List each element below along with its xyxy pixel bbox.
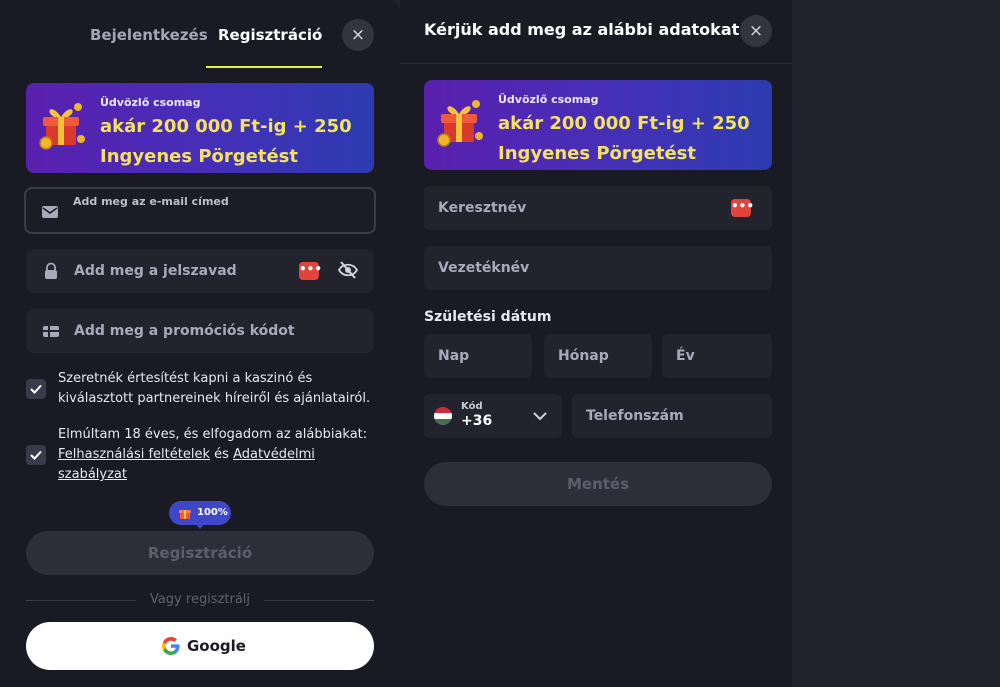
gift-icon: [179, 510, 191, 519]
dob-label: Születési dátum: [424, 309, 552, 325]
promo-code-field[interactable]: Add meg a promóciós kódot: [26, 309, 374, 353]
terms-consent-checkbox[interactable]: [26, 445, 46, 465]
promo-code-placeholder: Add meg a promóciós kódot: [74, 323, 295, 339]
promo-offer: akár 200 000 Ft-ig + 250 Ingyenes Pörget…: [498, 109, 750, 169]
header-divider: [400, 63, 792, 64]
email-field[interactable]: Add meg az e-mail címed: [24, 187, 376, 234]
first-name-field[interactable]: Keresztnév •••: [424, 186, 772, 230]
hungary-flag-icon: [434, 407, 452, 425]
save-button[interactable]: Mentés: [424, 462, 772, 506]
badge-pointer: [195, 523, 205, 529]
dob-month-placeholder: Hónap: [558, 348, 609, 364]
promo-offer-line1: akár 200 000 Ft-ig + 250: [498, 113, 750, 134]
phone-number-field[interactable]: Telefonszám: [572, 394, 772, 438]
tab-login[interactable]: Bejelentkezés: [90, 26, 208, 44]
registration-panel: Bejelentkezés Regisztráció × Üdvözlő cso…: [0, 0, 400, 687]
news-consent-checkbox[interactable]: [26, 379, 46, 399]
google-icon: [162, 637, 180, 655]
terms-link[interactable]: Felhasználási feltételek: [58, 447, 210, 462]
close-icon: ×: [350, 25, 366, 45]
gift-card-icon: [43, 326, 59, 337]
privacy-link[interactable]: Adatvédelmi: [233, 447, 315, 462]
password-placeholder: Add meg a jelszavad: [74, 263, 237, 279]
dob-month-field[interactable]: Hónap: [544, 334, 652, 378]
close-button[interactable]: ×: [740, 15, 772, 47]
email-field-label: Add meg az e-mail címed: [73, 195, 229, 208]
gift-icon: [39, 103, 85, 150]
google-button-label: Google: [187, 637, 246, 655]
tab-register[interactable]: Regisztráció: [218, 26, 322, 44]
dob-day-placeholder: Nap: [438, 348, 470, 364]
promo-offer-line2: Ingyenes Pörgetést: [498, 143, 696, 164]
terms-and-text: és: [214, 447, 229, 462]
dob-year-field[interactable]: Év: [662, 334, 772, 378]
divider-text: Vagy regisztrálj: [149, 592, 251, 607]
eye-off-icon[interactable]: [337, 259, 359, 281]
register-button[interactable]: Regisztráció: [26, 531, 374, 575]
dob-year-placeholder: Év: [676, 348, 695, 364]
active-tab-underline: [206, 66, 322, 68]
divider-line-left: [26, 600, 136, 601]
promo-offer: akár 200 000 Ft-ig + 250 Ingyenes Pörget…: [100, 112, 352, 172]
google-signup-button[interactable]: Google: [26, 622, 374, 670]
chevron-down-icon: [533, 412, 547, 421]
progress-value: 100%: [197, 507, 228, 518]
last-name-field[interactable]: Vezetéknév: [424, 246, 772, 290]
password-manager-icon[interactable]: •••: [299, 262, 322, 280]
or-divider: Vagy regisztrálj: [26, 592, 374, 607]
lock-icon: [45, 262, 57, 279]
country-code-label: Kód: [461, 401, 483, 412]
welcome-promo-banner: Üdvözlő csomag akár 200 000 Ft-ig + 250 …: [26, 83, 374, 173]
progress-badge: 100%: [169, 501, 231, 529]
details-panel: Kérjük add meg az alábbi adatokat! × Üdv…: [400, 0, 792, 687]
promo-offer-line2: Ingyenes Pörgetést: [100, 146, 298, 167]
close-button[interactable]: ×: [342, 19, 374, 51]
mail-icon: [42, 206, 58, 218]
first-name-placeholder: Keresztnév: [438, 200, 527, 216]
password-field[interactable]: Add meg a jelszavad •••: [26, 249, 374, 293]
country-code-select[interactable]: Kód +36: [424, 394, 562, 438]
phone-number-placeholder: Telefonszám: [586, 408, 684, 424]
promo-label: Üdvözlő csomag: [498, 93, 599, 106]
welcome-promo-banner: Üdvözlő csomag akár 200 000 Ft-ig + 250 …: [424, 80, 772, 170]
divider-line-right: [264, 600, 374, 601]
terms-consent-line1: Elmúltam 18 éves, és elfogadom az alábbi…: [58, 427, 368, 442]
details-title: Kérjük add meg az alábbi adatokat!: [424, 20, 747, 39]
last-name-placeholder: Vezetéknév: [438, 260, 530, 276]
promo-offer-line1: akár 200 000 Ft-ig + 250: [100, 116, 352, 137]
terms-consent-text: Elmúltam 18 éves, és elfogadom az alábbi…: [58, 425, 367, 485]
privacy-link-continued[interactable]: szabályzat: [58, 467, 127, 482]
close-icon: ×: [748, 21, 764, 41]
news-consent-line2: kiválasztott partnereinek híreiről és aj…: [58, 391, 371, 406]
auth-tabs: Bejelentkezés Regisztráció: [0, 0, 400, 68]
country-code-value: +36: [461, 413, 493, 429]
check-icon: [30, 450, 42, 460]
news-consent-line1: Szeretnék értesítést kapni a kaszinó és: [58, 371, 313, 386]
gift-icon: [437, 100, 483, 147]
dob-day-field[interactable]: Nap: [424, 334, 532, 378]
promo-label: Üdvözlő csomag: [100, 96, 201, 109]
check-icon: [30, 384, 42, 394]
news-consent-text: Szeretnék értesítést kapni a kaszinó és …: [58, 369, 370, 409]
password-manager-icon[interactable]: •••: [731, 199, 754, 217]
